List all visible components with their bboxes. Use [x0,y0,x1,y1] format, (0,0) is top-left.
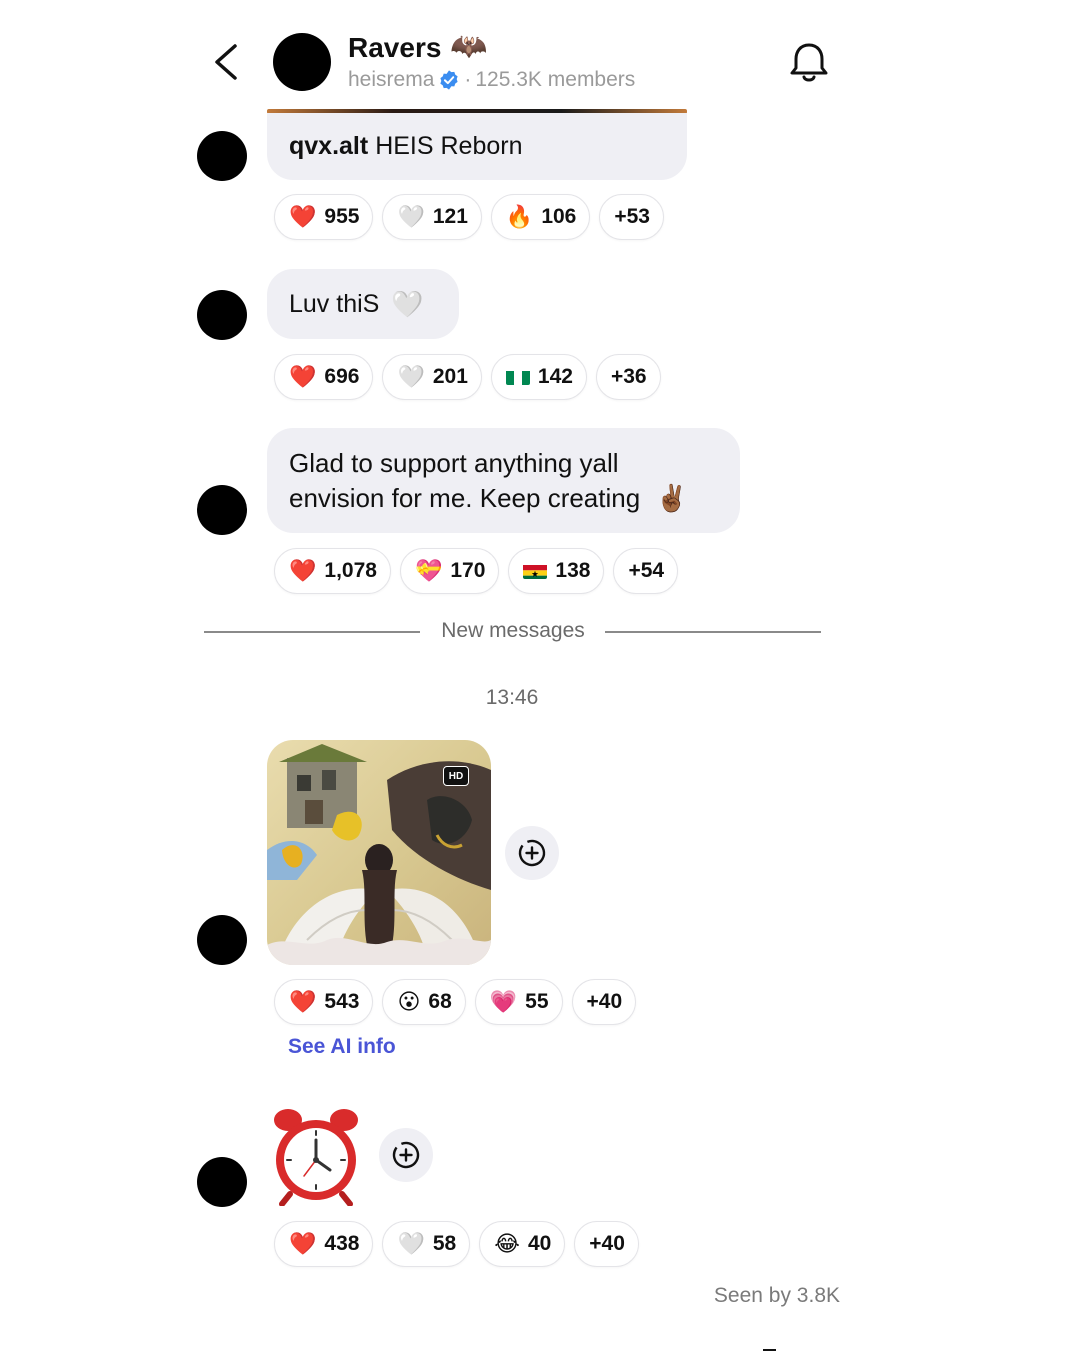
sender-avatar[interactable] [197,915,247,965]
reaction-chip[interactable]: 😮 68 [382,979,466,1025]
reaction-chip[interactable]: 🔥 106 [490,194,591,240]
bell-icon [790,43,828,82]
new-messages-label: New messages [441,619,585,642]
alarm-clock-emoji[interactable] [268,1106,364,1207]
more-reactions-chip[interactable]: +40 [574,1221,639,1267]
reaction-chip[interactable]: ❤️ 955 [274,194,374,240]
sender-avatar[interactable] [197,131,247,181]
message-bubble[interactable]: Luv thiS 🤍 [267,269,459,339]
message-text-line: Glad to support anything yall [289,448,619,478]
separator-dot: · [464,68,472,91]
reaction-chip[interactable]: 💝 170 [399,548,500,594]
reaction-bar: ❤️ 543 😮 68 💗 55 +40 [274,979,637,1025]
chevron-left-icon [215,44,237,80]
divider-left [204,631,420,633]
reaction-bar: ❤️ 1,078 💝 170 138 +54 [274,548,679,594]
reaction-chip[interactable]: ❤️ 696 [274,354,374,400]
reaction-chip[interactable]: ❤️ 543 [274,979,374,1025]
hd-badge: HD [443,766,469,786]
more-reactions-chip[interactable]: +54 [613,548,679,594]
message-sender: qvx.alt [289,132,369,160]
divider-right [605,631,821,633]
peace-hand-emoji: ✌🏾 [655,483,688,513]
group-name[interactable]: Ravers [348,32,441,64]
message-bubble[interactable]: Glad to support anything yall envision f… [267,428,740,533]
add-reaction-button[interactable] [505,826,559,880]
sender-avatar[interactable] [197,1157,247,1207]
reaction-chip[interactable]: 142 [490,354,587,400]
reaction-chip[interactable]: 😂 40 [479,1221,566,1267]
message-text-line: envision for me. Keep creating [289,483,641,513]
seen-by-count: Seen by 3.8K [713,1284,840,1307]
back-button[interactable] [205,38,245,86]
nigeria-flag-icon [505,369,530,385]
message-text: HEIS Reborn [375,132,523,160]
reaction-bar: ❤️ 955 🤍 121 🔥 106 +53 [274,194,664,240]
reaction-chip[interactable]: ❤️ 438 [274,1221,374,1267]
add-reaction-icon [518,839,546,867]
reaction-chip[interactable]: ❤️ 1,078 [274,548,391,594]
reaction-bar: ❤️ 438 🤍 58 😂 40 +40 [274,1221,639,1267]
more-reactions-chip[interactable]: +36 [595,354,661,400]
more-reactions-chip[interactable]: +53 [599,194,664,240]
ghana-flag-icon [523,563,548,579]
reaction-chip[interactable]: 💗 55 [474,979,563,1025]
timestamp: 13:46 [485,686,539,709]
message-text: Luv thiS [289,289,380,318]
reaction-chip[interactable]: 138 [508,548,605,594]
reaction-chip[interactable]: 🤍 58 [382,1221,471,1267]
bat-emoji: 🦇 [450,30,488,63]
sender-avatar[interactable] [197,485,247,535]
add-reaction-icon [392,1141,420,1169]
member-count: 125.3K members [475,68,636,91]
see-ai-info-link[interactable]: See AI info [288,1035,396,1059]
message-bubble[interactable]: qvx.alt HEIS Reborn [267,113,687,180]
group-subtitle[interactable]: heisrema · 125.3K members [348,68,635,92]
add-reaction-button[interactable] [379,1128,433,1182]
verified-badge-icon [440,70,458,90]
reaction-chip[interactable]: 🤍 121 [382,194,482,240]
group-avatar[interactable] [273,33,331,91]
reaction-bar: ❤️ 696 🤍 201 142 +36 [274,354,661,400]
white-heart-emoji: 🤍 [391,288,424,319]
bottom-mark [763,1349,776,1351]
sender-avatar[interactable] [197,290,247,340]
notifications-button[interactable] [786,38,832,86]
more-reactions-chip[interactable]: +40 [571,979,637,1025]
owner-name: heisrema [348,68,435,91]
reaction-chip[interactable]: 🤍 201 [382,354,482,400]
